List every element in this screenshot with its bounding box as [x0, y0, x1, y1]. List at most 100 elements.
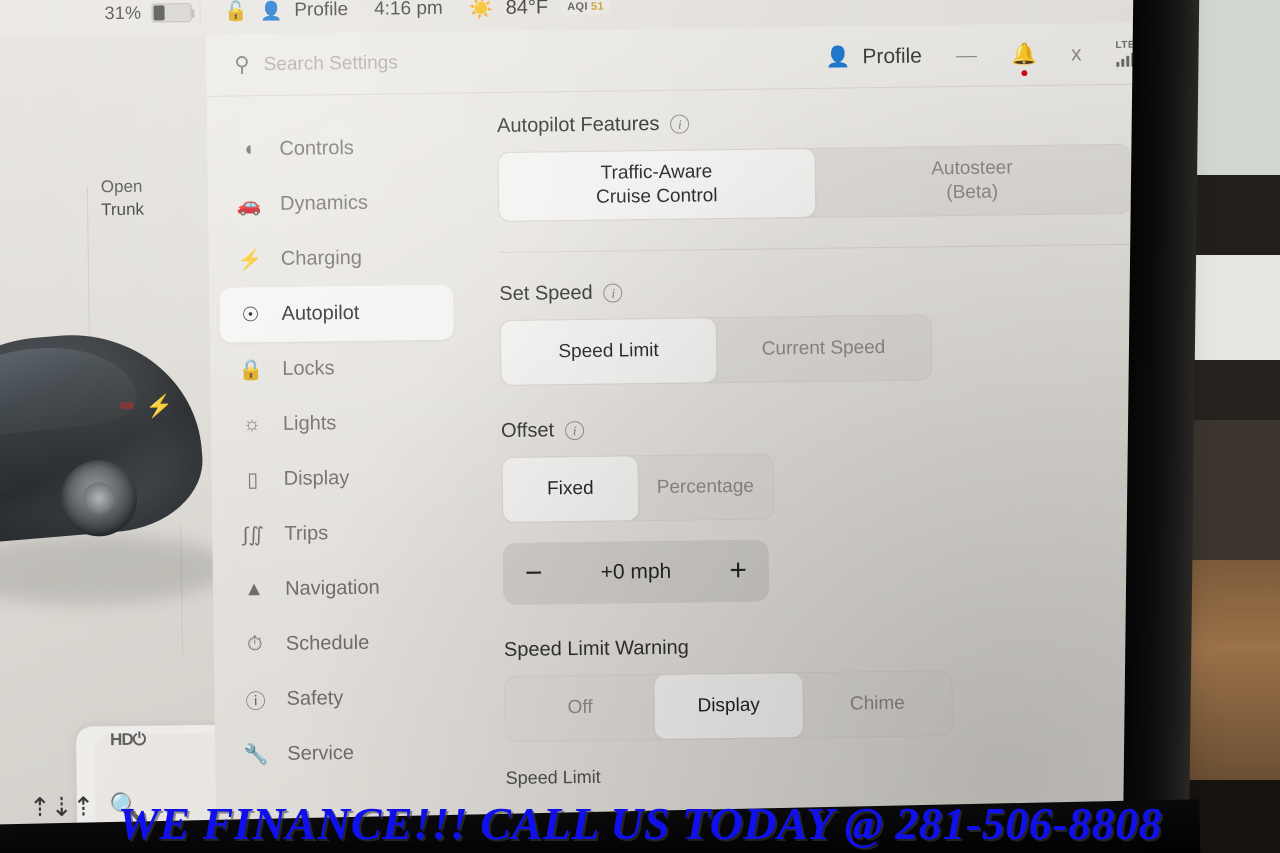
status-profile-label[interactable]: Profile	[294, 0, 348, 22]
offset-title: Offset	[500, 419, 555, 443]
sidebar-item-schedule[interactable]: ⏱ Schedule	[224, 615, 459, 673]
sidebar-item-label: Dynamics	[279, 191, 369, 215]
aqi-value: 51	[590, 0, 605, 13]
info-icon[interactable]: i	[564, 420, 585, 441]
set-speed-segmented-control[interactable]: Speed Limit Current Speed	[499, 314, 933, 387]
notification-badge	[1021, 69, 1028, 76]
profile-label: Profile	[862, 43, 923, 68]
screen-bezel-right	[1122, 0, 1200, 853]
alarm-clock-icon: ⏱	[246, 633, 263, 656]
offset-heading: Offset i	[501, 412, 1134, 443]
speed-limit-warning-option-display[interactable]: Display	[653, 673, 804, 740]
set-speed-option-current-speed[interactable]: Current Speed	[716, 315, 932, 382]
status-divider	[199, 0, 201, 27]
autopilot-feature-option-autosteer[interactable]: Autosteer (Beta)	[814, 145, 1130, 217]
sidebar-item-label: Locks	[282, 357, 335, 380]
next-section-partial-title: Speed Limit	[505, 766, 601, 789]
display-icon: ▯	[247, 469, 259, 492]
status-bar-middle: 🔓 👤 Profile 4:16 pm ☀️ 84°F AQI 51	[224, 0, 612, 24]
sidebar-item-controls[interactable]: ◖ Controls	[217, 120, 452, 178]
bluetooth-icon[interactable]: x	[1071, 42, 1082, 66]
bell-icon[interactable]: 🔔	[1011, 42, 1037, 76]
sidebar-item-lights[interactable]: ☼ Lights	[221, 395, 456, 453]
speed-limit-warning-option-off[interactable]: Off	[505, 675, 654, 741]
speed-limit-warning-option-chime[interactable]: Chime	[803, 671, 952, 737]
vehicle-taillight	[119, 401, 134, 410]
bolt-icon[interactable]: ⚡	[146, 393, 174, 419]
sidebar-item-safety[interactable]: ⓘ Safety	[224, 670, 459, 728]
sidebar-item-label: Autopilot	[281, 301, 360, 325]
sidebar-item-label: Navigation	[284, 576, 380, 600]
set-speed-heading: Set Speed i	[499, 275, 1132, 306]
offset-value: +0 mph	[600, 559, 672, 584]
autopilot-features-title: Autopilot Features	[496, 112, 660, 138]
info-icon[interactable]: i	[670, 114, 690, 134]
search-input[interactable]: Search Settings	[264, 52, 398, 76]
status-bar-left: 31%	[104, 2, 192, 24]
sidebar-item-navigation[interactable]: ▲ Navigation	[223, 560, 458, 618]
vehicle-visualization-panel: Open Trunk ⚡ HD⏻ ⇡⇣⇡ 🔍	[0, 34, 217, 853]
offset-segmented-control[interactable]: Fixed Percentage	[501, 453, 775, 524]
battery-icon	[151, 2, 192, 23]
offset-option-percentage[interactable]: Percentage	[637, 454, 773, 520]
dealer-banner: WE FINANCE!!! CALL US TODAY @ 281-506-88…	[117, 797, 1163, 849]
next-section-partial-heading: Speed Limit	[505, 760, 1138, 789]
profile-button[interactable]: 👤 Profile	[825, 43, 922, 69]
sidebar-item-trips[interactable]: ∫∬ Trips	[222, 505, 457, 563]
set-speed-title: Set Speed	[499, 281, 593, 306]
navigation-arrow-icon: ▲	[244, 578, 265, 601]
screenshot-root: 31% 🔓 👤 Profile 4:16 pm ☀️ 84°F AQI 51 O…	[0, 0, 1280, 853]
autosteer-line2: (Beta)	[946, 181, 999, 204]
settings-panel: ⚲ Search Settings 👤 Profile ⎯⎯ 🔔 x LTE ◖…	[205, 22, 1180, 853]
warning-exclamation-icon: ⓘ	[245, 691, 266, 714]
sidebar-item-label: Charging	[280, 246, 363, 270]
sidebar-item-charging[interactable]: ⚡ Charging	[218, 230, 453, 288]
sidebar-item-display[interactable]: ▯ Display	[221, 450, 456, 508]
settings-header-actions: 👤 Profile ⎯⎯ 🔔 x LTE	[825, 39, 1135, 76]
sidebar-item-label: Service	[287, 741, 355, 765]
section-divider	[498, 243, 1132, 254]
padlock-icon: 🔒	[238, 359, 264, 382]
speed-limit-warning-segmented-control[interactable]: Off Display Chime	[504, 670, 954, 743]
autopilot-features-segmented-control[interactable]: Traffic-Aware Cruise Control Autosteer (…	[497, 143, 1132, 223]
autosteer-line1: Autosteer	[931, 157, 1013, 180]
temperature-label: 84°F	[505, 0, 549, 19]
tesla-touchscreen: 31% 🔓 👤 Profile 4:16 pm ☀️ 84°F AQI 51 O…	[0, 0, 1180, 853]
sidebar-item-service[interactable]: 🔧 Service	[225, 725, 460, 783]
clock-label: 4:16 pm	[374, 0, 443, 20]
sidebar-item-autopilot[interactable]: ☉ Autopilot	[219, 284, 454, 343]
sun-lights-icon: ☼	[242, 413, 262, 436]
background-dashboard	[1180, 420, 1280, 560]
offset-stepper[interactable]: − +0 mph +	[502, 539, 770, 606]
sidebar-item-label: Lights	[282, 412, 337, 435]
unlocked-padlock-icon[interactable]: 🔓	[224, 0, 248, 24]
tacc-line1: Traffic-Aware	[600, 161, 713, 184]
settings-body: ◖ Controls 🚗 Dynamics ⚡ Charging ☉ Autop…	[207, 84, 1180, 853]
offset-increment-button[interactable]: +	[729, 554, 747, 587]
sidebar-item-label: Controls	[279, 136, 354, 160]
aqi-badge[interactable]: AQI 51	[560, 0, 612, 16]
hd-radio-icon: HD⏻	[109, 729, 146, 750]
sidebar-item-label: Schedule	[285, 631, 370, 655]
set-speed-option-speed-limit[interactable]: Speed Limit	[500, 318, 717, 386]
offset-decrement-button[interactable]: −	[525, 557, 543, 590]
background-shadow-2	[1180, 360, 1280, 420]
aqi-label: AQI	[567, 0, 589, 14]
car-icon: 🚗	[236, 194, 262, 217]
person-icon: 👤	[825, 46, 851, 69]
settings-content: Autopilot Features i Traffic-Aware Cruis…	[469, 84, 1180, 853]
offset-option-fixed[interactable]: Fixed	[502, 456, 639, 523]
garage-door-icon[interactable]: ⎯⎯	[956, 43, 977, 67]
car-shadow	[0, 532, 217, 607]
autopilot-feature-option-tacc[interactable]: Traffic-Aware Cruise Control	[498, 148, 815, 222]
search-settings-field[interactable]: ⚲ Search Settings	[234, 50, 398, 77]
info-icon[interactable]: i	[603, 283, 623, 303]
toggle-switch-icon: ◖	[242, 138, 255, 161]
autopilot-features-heading: Autopilot Features i	[497, 107, 1130, 138]
sidebar-item-locks[interactable]: 🔒 Locks	[220, 340, 455, 398]
sidebar-item-label: Display	[283, 467, 350, 490]
open-trunk-button[interactable]: Open Trunk	[101, 176, 144, 222]
sidebar-item-dynamics[interactable]: 🚗 Dynamics	[218, 175, 453, 233]
person-icon: 👤	[259, 0, 283, 21]
background-wood-trim	[1180, 560, 1280, 780]
